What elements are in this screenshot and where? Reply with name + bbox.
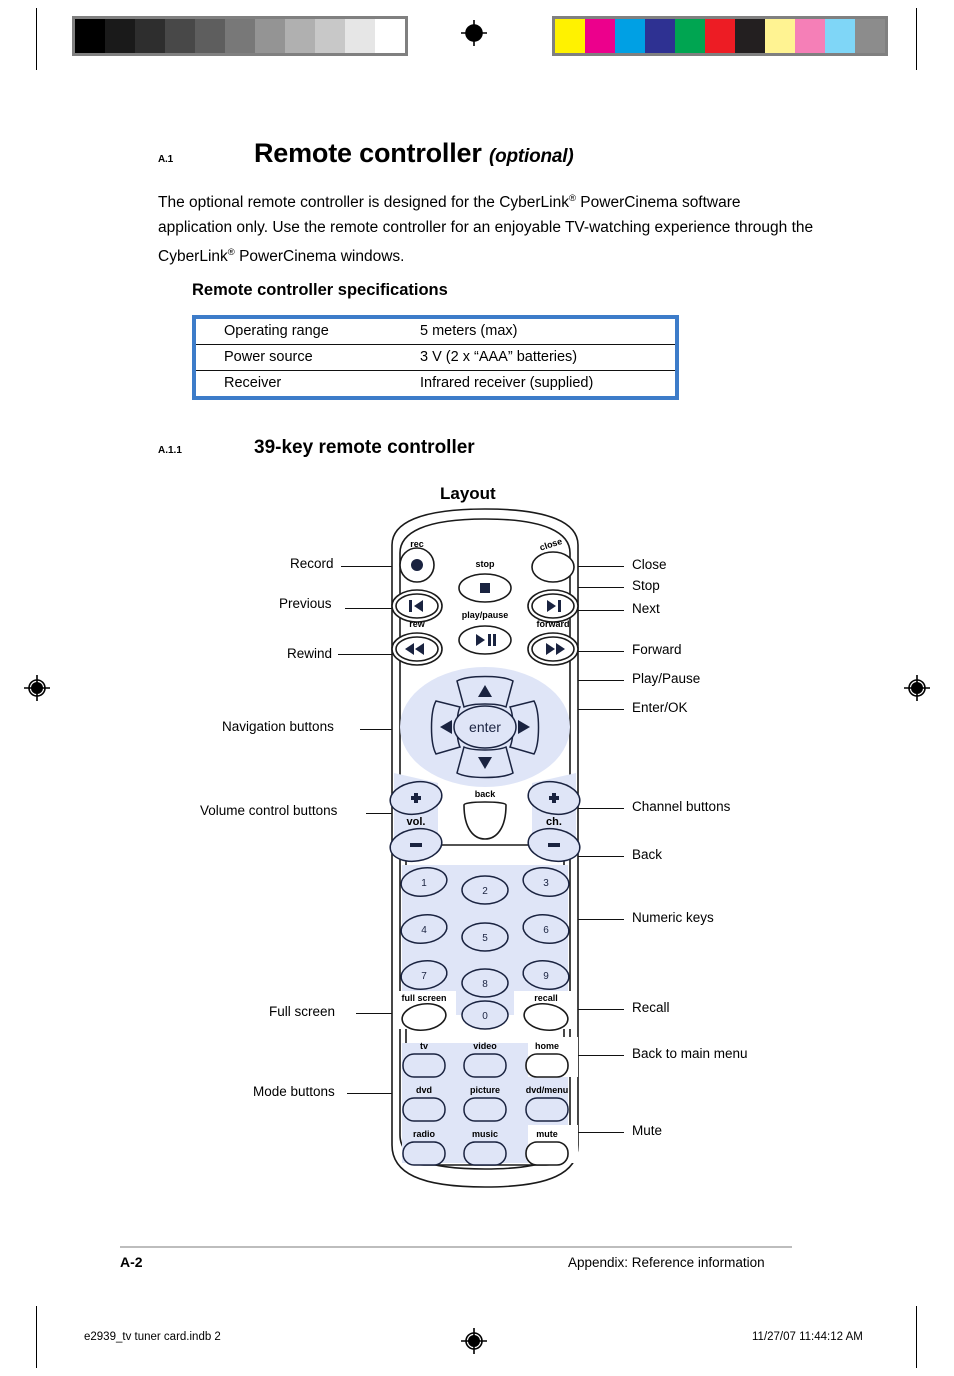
registered-trademark-icon: ® <box>568 193 576 204</box>
callout-label-stop: Stop <box>632 578 660 593</box>
callout-label-back: Back <box>632 847 663 862</box>
mute-button <box>525 1141 569 1166</box>
back-label: back <box>475 789 497 799</box>
picture-label: picture <box>470 1085 500 1095</box>
svg-text:8: 8 <box>482 979 488 990</box>
dvd-button <box>402 1097 446 1122</box>
picture-button <box>463 1097 507 1122</box>
print-filename: e2939_tv tuner card.indb 2 <box>84 1331 221 1343</box>
play-pause-label: play/pause <box>462 610 509 620</box>
page-number: A-2 <box>120 1254 143 1270</box>
tv-button <box>402 1053 446 1078</box>
callout-label-record: Record <box>290 556 334 571</box>
dvd-label: dvd <box>416 1085 432 1095</box>
callout-label-back-to-main-menu: Back to main menu <box>632 1046 748 1061</box>
full-screen-label: full screen <box>401 993 446 1003</box>
spec-label: Power source <box>196 344 420 371</box>
callout-label-mute: Mute <box>632 1123 663 1138</box>
callout-label-mode-buttons: Mode buttons <box>253 1084 335 1099</box>
volume-label: vol. <box>407 816 426 828</box>
intro-paragraph: The optional remote controller is design… <box>158 186 818 269</box>
music-button <box>463 1141 507 1166</box>
callout-label-numeric-keys: Numeric keys <box>632 910 714 925</box>
dvd-menu-label: dvd/menu <box>526 1085 569 1095</box>
registered-trademark-icon: ® <box>227 247 235 259</box>
callout-label-forward: Forward <box>632 642 682 657</box>
home-button <box>525 1053 569 1078</box>
radio-label: radio <box>413 1129 436 1139</box>
callout-label-channel-buttons: Channel buttons <box>632 799 731 814</box>
recall-label: recall <box>534 993 558 1003</box>
mute-label: mute <box>536 1129 558 1139</box>
spec-heading: Remote controller specifications <box>192 281 448 299</box>
callout-label-next: Next <box>632 601 660 616</box>
footer-divider <box>120 1246 792 1248</box>
svg-text:9: 9 <box>543 971 549 982</box>
section-number: A.1 <box>158 154 173 165</box>
video-button <box>463 1053 507 1078</box>
tv-label: tv <box>420 1041 428 1051</box>
rew-label: rew <box>409 619 426 629</box>
page-content: A.1 Remote controller (optional) The opti… <box>0 0 954 1376</box>
intro-text-3: PowerCinema windows. <box>234 248 405 266</box>
callout-label-volume-control-buttons: Volume control buttons <box>200 803 338 818</box>
print-timestamp: 11/27/07 11:44:12 AM <box>752 1331 863 1343</box>
callout-label-play-pause: Play/Pause <box>632 671 701 686</box>
close-button <box>531 551 575 583</box>
dvd-menu-button <box>525 1097 569 1122</box>
intro-text-1: The optional remote controller is design… <box>158 194 569 212</box>
channel-label: ch. <box>546 816 562 828</box>
chapter-label: Appendix: Reference information <box>568 1255 765 1270</box>
svg-text:4: 4 <box>421 925 427 936</box>
music-label: music <box>472 1129 498 1139</box>
subsection-title: A.1.1 39-key remote controller <box>158 437 475 459</box>
stop-label: stop <box>476 559 496 569</box>
svg-text:0: 0 <box>482 1011 488 1022</box>
table-row: Power source 3 V (2 x “AAA” batteries) <box>196 344 675 371</box>
table-row: Receiver Infrared receiver (supplied) <box>196 371 675 397</box>
subsection-number: A.1.1 <box>158 445 182 456</box>
svg-text:2: 2 <box>482 886 488 897</box>
callout-label-recall: Recall <box>632 1000 670 1015</box>
spec-value: 5 meters (max) <box>420 319 675 345</box>
callout-label-previous: Previous <box>279 596 332 611</box>
callout-label-rewind: Rewind <box>287 646 333 661</box>
remote-controller-diagram: .body{fill:#fff;stroke:#1a1a1a;stroke-wi… <box>389 508 581 1188</box>
table-row: Operating range 5 meters (max) <box>196 319 675 345</box>
radio-button <box>402 1141 446 1166</box>
enter-label: enter <box>469 719 501 735</box>
section-title: Remote controller <box>254 138 482 168</box>
section-optional-tag: (optional) <box>488 146 574 167</box>
callout-label-enter-ok: Enter/OK <box>632 700 688 715</box>
spec-label: Receiver <box>224 375 282 391</box>
spec-value: Infrared receiver (supplied) <box>420 375 594 391</box>
spec-value: 3 V (2 x “AAA” batteries) <box>420 344 675 371</box>
svg-text:5: 5 <box>482 933 488 944</box>
layout-heading: Layout <box>440 484 496 503</box>
callout-label-full-screen: Full screen <box>269 1004 336 1019</box>
video-label: video <box>473 1041 497 1051</box>
home-label: home <box>535 1041 559 1051</box>
callout-label-close: Close <box>632 557 667 572</box>
forward-label: forward <box>536 619 569 629</box>
spec-table: Operating range 5 meters (max) Power sourc… <box>192 315 679 400</box>
svg-text:1: 1 <box>421 878 427 889</box>
svg-text:7: 7 <box>421 971 427 982</box>
svg-text:6: 6 <box>543 925 549 936</box>
spec-label: Operating range <box>196 319 420 345</box>
subsection-title-text: 39-key remote controller <box>254 437 475 458</box>
callout-label-navigation-buttons: Navigation buttons <box>222 719 334 734</box>
svg-text:3: 3 <box>543 878 549 889</box>
page-title: A.1 Remote controller (optional) <box>158 138 574 169</box>
